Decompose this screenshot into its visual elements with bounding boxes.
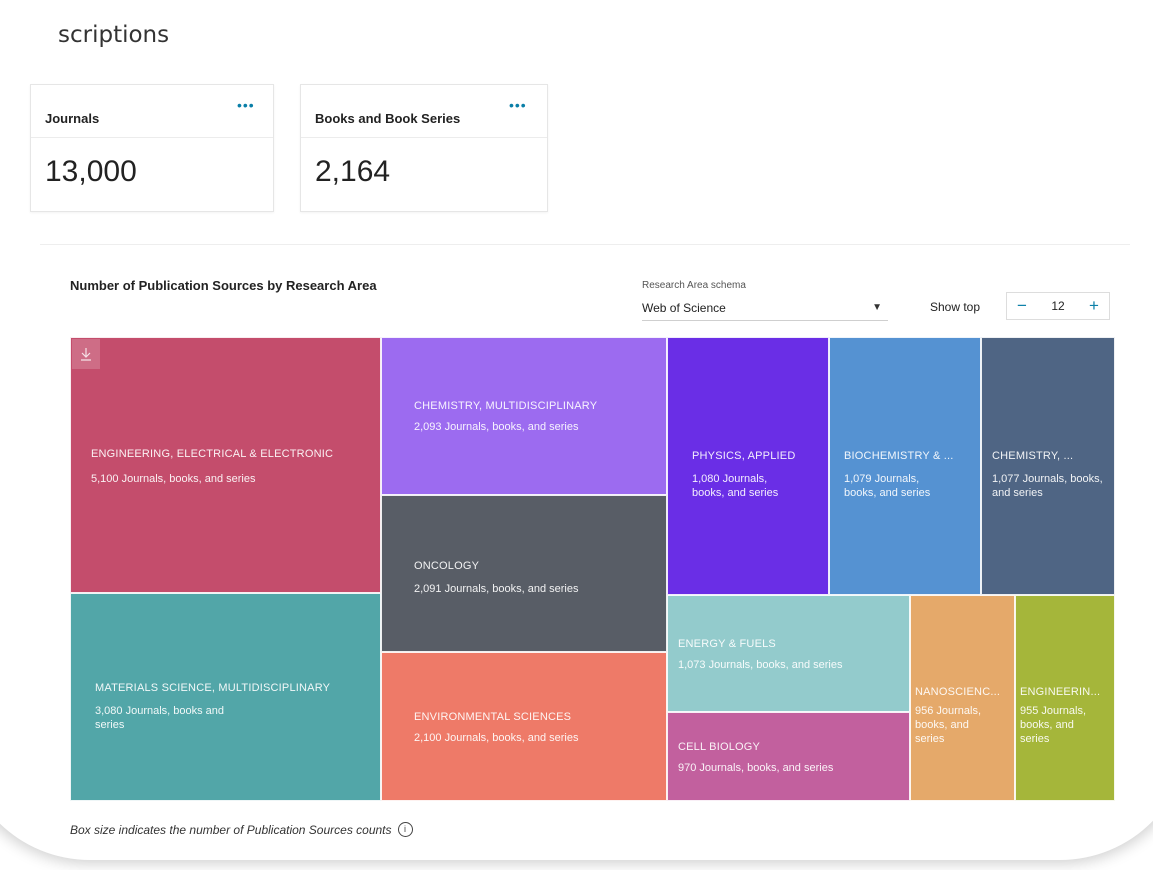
more-dots-icon[interactable]: ••• [509, 97, 527, 113]
tile-label: CELL BIOLOGY [678, 741, 761, 753]
treemap-tile-biochemistry[interactable]: BIOCHEMISTRY & ... 1,079 Journals, books… [829, 337, 981, 595]
tile-label: ENVIRONMENTAL SCIENCES [414, 711, 572, 723]
caret-down-icon: ▼ [872, 302, 882, 313]
treemap-tile-chemistry-other[interactable]: CHEMISTRY, ... 1,077 Journals, books, an… [981, 337, 1115, 595]
schema-select-value: Web of Science [642, 301, 726, 315]
tile-count: 3,080 Journals, books and series [95, 705, 225, 731]
tile-count: 1,073 Journals, books, and series [678, 659, 843, 671]
kpi-card-journals: Journals ••• 13,000 [30, 84, 274, 212]
info-icon[interactable]: i [397, 822, 413, 837]
tile-count: 970 Journals, books, and series [678, 762, 834, 774]
tile-label: MATERIALS SCIENCE, MULTIDISCIPLINARY [95, 682, 331, 694]
tile-label: CHEMISTRY, MULTIDISCIPLINARY [414, 400, 598, 412]
show-top-value[interactable]: 12 [1043, 299, 1073, 313]
download-glyph [81, 348, 91, 361]
tile-label: CHEMISTRY, ... [992, 450, 1074, 462]
tile-count: 956 Journals, books, and series [915, 705, 982, 745]
divider [301, 137, 547, 138]
tile-label: BIOCHEMISTRY & ... [844, 450, 954, 462]
tile-count: 955 Journals, books, and series [1020, 705, 1087, 745]
tile-label: ONCOLOGY [414, 560, 480, 572]
schema-label: Research Area schema [642, 280, 746, 291]
kpi-label: Journals [45, 111, 100, 126]
treemap-tile-physics-applied[interactable]: PHYSICS, APPLIED 1,080 Journals, books, … [667, 337, 829, 595]
tile-count: 1,080 Journals, books, and series [692, 473, 779, 499]
treemap-tile-engineering-electrical[interactable]: ENGINEERING, ELECTRICAL & ELECTRONIC 5,1… [70, 337, 381, 593]
treemap-tile-chemistry-multidisciplinary[interactable]: CHEMISTRY, MULTIDISCIPLINARY 2,093 Journ… [381, 337, 667, 495]
tile-label: ENGINEERING, ELECTRICAL & ELECTRONIC [91, 448, 334, 460]
chart-footnote: Box size indicates the number of Publica… [70, 822, 413, 837]
treemap-tile-engineering-other[interactable]: ENGINEERIN... 955 Journals, books, and s… [1015, 595, 1115, 801]
treemap-tile-energy-fuels[interactable]: ENERGY & FUELS 1,073 Journals, books, an… [667, 595, 910, 712]
treemap-tile-nanoscience[interactable]: NANOSCIENC... 956 Journals, books, and s… [910, 595, 1015, 801]
treemap-tile-materials-science[interactable]: MATERIALS SCIENCE, MULTIDISCIPLINARY 3,0… [70, 593, 381, 801]
chart-title: Number of Publication Sources by Researc… [70, 278, 377, 293]
page-title: scriptions [58, 22, 170, 48]
tile-label: PHYSICS, APPLIED [692, 450, 796, 462]
divider [31, 137, 273, 138]
show-top-label: Show top [930, 300, 981, 314]
show-top-stepper[interactable]: − 12 + [1006, 292, 1110, 320]
tile-count: 2,093 Journals, books, and series [414, 421, 579, 433]
treemap-tile-cell-biology[interactable]: CELL BIOLOGY 970 Journals, books, and se… [667, 712, 910, 801]
kpi-card-books: Books and Book Series ••• 2,164 [300, 84, 548, 212]
tile-label: ENERGY & FUELS [678, 638, 776, 650]
tile-count: 1,079 Journals, books, and series [844, 473, 931, 499]
kpi-value: 2,164 [315, 155, 391, 188]
treemap-tile-oncology[interactable]: ONCOLOGY 2,091 Journals, books, and seri… [381, 495, 667, 652]
download-icon[interactable] [72, 339, 100, 369]
kpi-label: Books and Book Series [315, 111, 461, 126]
research-area-schema-select[interactable]: Web of Science ▼ [642, 296, 888, 321]
tile-label: ENGINEERIN... [1020, 686, 1101, 698]
tile-count: 5,100 Journals, books, and series [91, 473, 256, 485]
minus-icon[interactable]: − [1011, 295, 1033, 317]
tile-label: NANOSCIENC... [915, 686, 1001, 698]
tile-count: 1,077 Journals, books, and series [992, 473, 1103, 499]
tile-count: 2,100 Journals, books, and series [414, 732, 579, 744]
treemap-chart: ENGINEERING, ELECTRICAL & ELECTRONIC 5,1… [70, 337, 1115, 801]
plus-icon[interactable]: + [1083, 295, 1105, 317]
footnote-text: Box size indicates the number of Publica… [70, 822, 392, 837]
kpi-value: 13,000 [45, 155, 137, 188]
tile-count: 2,091 Journals, books, and series [414, 583, 579, 595]
more-dots-icon[interactable]: ••• [237, 97, 255, 113]
treemap-tile-environmental-sciences[interactable]: ENVIRONMENTAL SCIENCES 2,100 Journals, b… [381, 652, 667, 801]
